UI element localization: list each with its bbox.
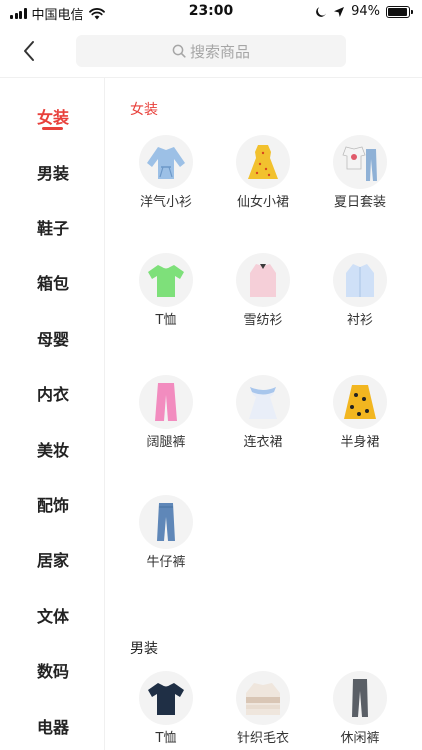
sidebar-item-label: 内衣	[37, 385, 70, 404]
sidebar-item-label: 鞋子	[37, 219, 70, 238]
sidebar-item-label: 电器	[37, 718, 70, 737]
product-label: 休闲裤	[340, 731, 380, 746]
product-item[interactable]: 夏日套装	[315, 135, 405, 210]
product-item[interactable]: 洋气小衫	[121, 135, 211, 210]
product-label: 牛仔裤	[146, 555, 186, 570]
product-item[interactable]: 休闲裤	[315, 671, 405, 746]
chevron-left-icon	[24, 41, 34, 61]
search-icon	[172, 44, 186, 58]
battery-fill	[388, 7, 407, 16]
chiffon-blouse-image	[236, 253, 290, 307]
sidebar-item-label: 箱包	[37, 274, 70, 293]
section-title-womens: 女装	[130, 102, 158, 118]
product-label: 衬衫	[346, 313, 373, 328]
sidebar-item-home[interactable]: 居家	[0, 539, 104, 579]
location-arrow-icon	[334, 6, 345, 17]
product-grid: 女装 洋气小衫 仙女小裙 夏日套装 T恤 雪纺衫 衬衫 阔腿裤 连衣裙 半身裙 …	[106, 78, 422, 750]
product-label: 针织毛衣	[236, 731, 289, 746]
skirt-image	[333, 375, 387, 429]
product-label: 仙女小裙	[236, 195, 289, 210]
product-item[interactable]: 牛仔裤	[121, 495, 211, 570]
product-label: 夏日套装	[333, 195, 386, 210]
sidebar-item-mens[interactable]: 男装	[0, 152, 104, 192]
jeans-image	[139, 495, 193, 549]
dress-image	[236, 135, 290, 189]
section-title-mens: 男装	[130, 641, 158, 657]
product-item[interactable]: 阔腿裤	[121, 375, 211, 450]
casual-pants-image	[333, 671, 387, 725]
sidebar-item-label: 数码	[37, 662, 70, 681]
shirt-image	[333, 253, 387, 307]
product-item[interactable]: 雪纺衫	[218, 253, 308, 328]
tshirt-image	[139, 253, 193, 307]
sidebar-item-stationery[interactable]: 文体	[0, 595, 104, 635]
back-button[interactable]	[14, 36, 44, 66]
blouse-image	[139, 135, 193, 189]
sidebar-item-label: 母婴	[37, 330, 70, 349]
search-input[interactable]: 搜索商品	[76, 35, 346, 67]
product-item[interactable]: 仙女小裙	[218, 135, 308, 210]
dress-image	[236, 375, 290, 429]
moon-icon	[316, 6, 326, 17]
product-label: 连衣裙	[243, 435, 283, 450]
wide-leg-pants-image	[139, 375, 193, 429]
sidebar-item-label: 男装	[37, 164, 70, 183]
sidebar-item-womens[interactable]: 女装	[0, 96, 104, 136]
sidebar-item-label: 居家	[37, 551, 70, 570]
sidebar-item-shoes[interactable]: 鞋子	[0, 207, 104, 247]
sidebar-item-accessories[interactable]: 配饰	[0, 484, 104, 524]
tshirt-image	[139, 671, 193, 725]
product-label: 半身裙	[340, 435, 380, 450]
product-item[interactable]: 针织毛衣	[218, 671, 308, 746]
sidebar-item-digital[interactable]: 数码	[0, 650, 104, 690]
search-placeholder: 搜索商品	[189, 42, 250, 61]
sidebar-item-bags[interactable]: 箱包	[0, 262, 104, 302]
active-indicator	[42, 127, 63, 130]
knit-sweater-image	[236, 671, 290, 725]
outfit-set-image	[333, 135, 387, 189]
status-right: 94%	[315, 4, 413, 19]
battery-percent: 94%	[351, 4, 380, 19]
sidebar-item-beauty[interactable]: 美妆	[0, 429, 104, 469]
sidebar-item-underwear[interactable]: 内衣	[0, 373, 104, 413]
sidebar-item-label: 配饰	[37, 496, 70, 515]
product-label: 洋气小衫	[139, 195, 192, 210]
sidebar-item-baby[interactable]: 母婴	[0, 318, 104, 358]
product-label: 阔腿裤	[146, 435, 186, 450]
product-label: T恤	[155, 731, 177, 746]
sidebar-item-appliances[interactable]: 电器	[0, 706, 104, 746]
sidebar-item-label: 美妆	[37, 441, 70, 460]
product-label: T恤	[155, 313, 177, 328]
product-item[interactable]: T恤	[121, 671, 211, 746]
category-sidebar: 女装 男装 鞋子 箱包 母婴 内衣 美妆 配饰 居家 文体 数码 电器	[0, 78, 105, 750]
product-item[interactable]: 衬衫	[315, 253, 405, 328]
product-label: 雪纺衫	[243, 313, 283, 328]
battery-icon	[386, 5, 413, 18]
product-item[interactable]: 连衣裙	[218, 375, 308, 450]
header: 搜索商品	[0, 24, 422, 78]
sidebar-item-label: 女装	[37, 108, 70, 127]
product-item[interactable]: T恤	[121, 253, 211, 328]
product-item[interactable]: 半身裙	[315, 375, 405, 450]
sidebar-item-label: 文体	[37, 607, 70, 626]
status-bar: 中国电信 23:00 94%	[0, 0, 422, 24]
